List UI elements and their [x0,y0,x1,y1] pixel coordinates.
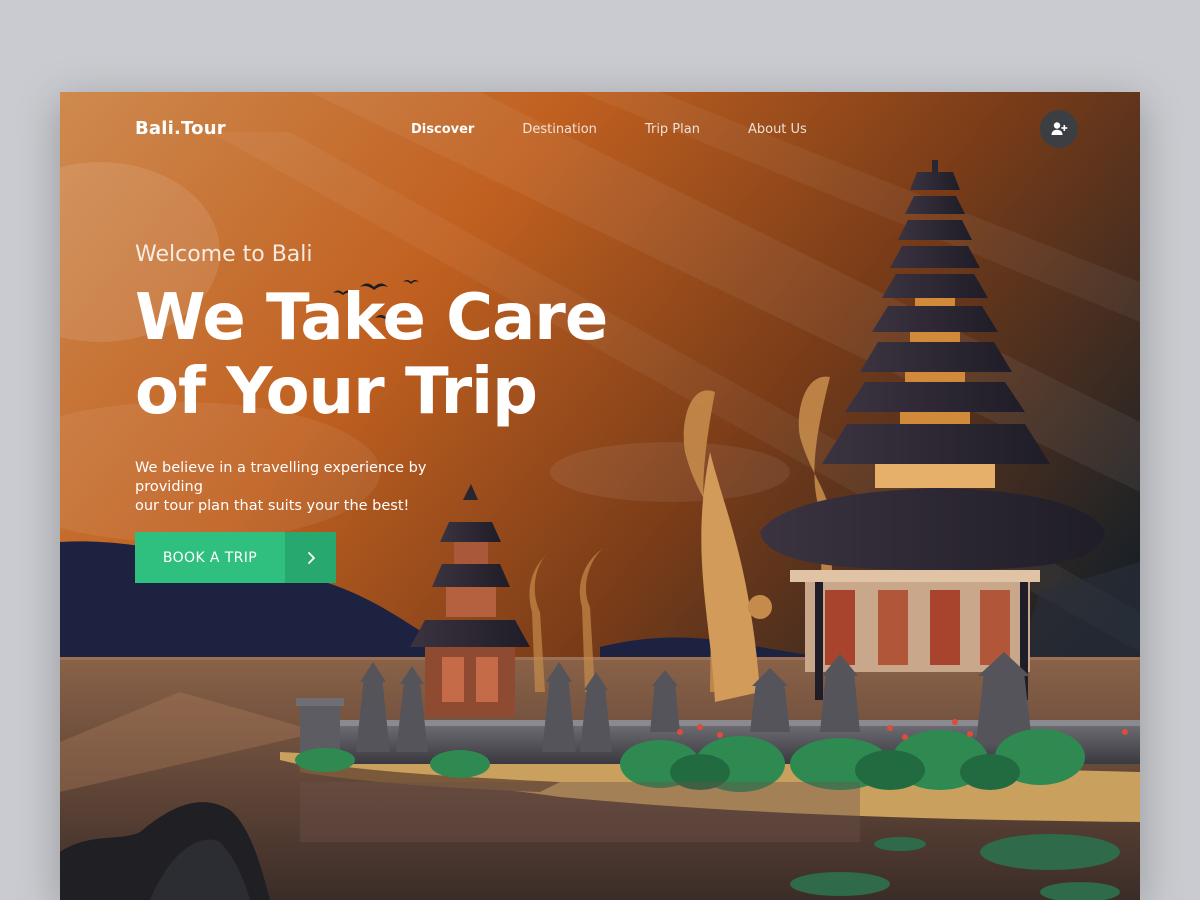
main-menu: Discover Destination Trip Plan About Us [411,122,855,137]
book-a-trip-arrow[interactable] [285,532,336,583]
nav-item-about-us[interactable]: About Us [748,122,807,137]
nav-item-discover[interactable]: Discover [411,122,474,137]
hero-description: We believe in a travelling experience by… [135,459,495,516]
headline-line-2: of Your Trip [135,355,538,429]
description-line-2: our tour plan that suits your the best! [135,498,410,514]
welcome-text: Welcome to Bali [135,242,313,267]
book-a-trip-label: BOOK A TRIP [135,532,285,583]
hero-window: Bali.Tour Discover Destination Trip Plan… [60,92,1140,900]
headline-line-1: We Take Care [135,281,608,355]
nav-item-trip-plan[interactable]: Trip Plan [645,122,700,137]
book-a-trip-button[interactable]: BOOK A TRIP [135,532,336,583]
brand-logo[interactable]: Bali.Tour [135,118,226,139]
hero-headline: We Take Care of Your Trip [135,281,655,429]
hero-section: Welcome to Bali We Take Care of Your Tri… [135,242,655,516]
chevron-right-icon [307,551,315,564]
user-plus-icon [1051,122,1068,135]
description-line-1: We believe in a travelling experience by… [135,460,427,495]
nav-item-destination[interactable]: Destination [522,122,597,137]
user-account-button[interactable] [1040,110,1078,148]
top-navigation: Bali.Tour Discover Destination Trip Plan… [60,92,1140,168]
